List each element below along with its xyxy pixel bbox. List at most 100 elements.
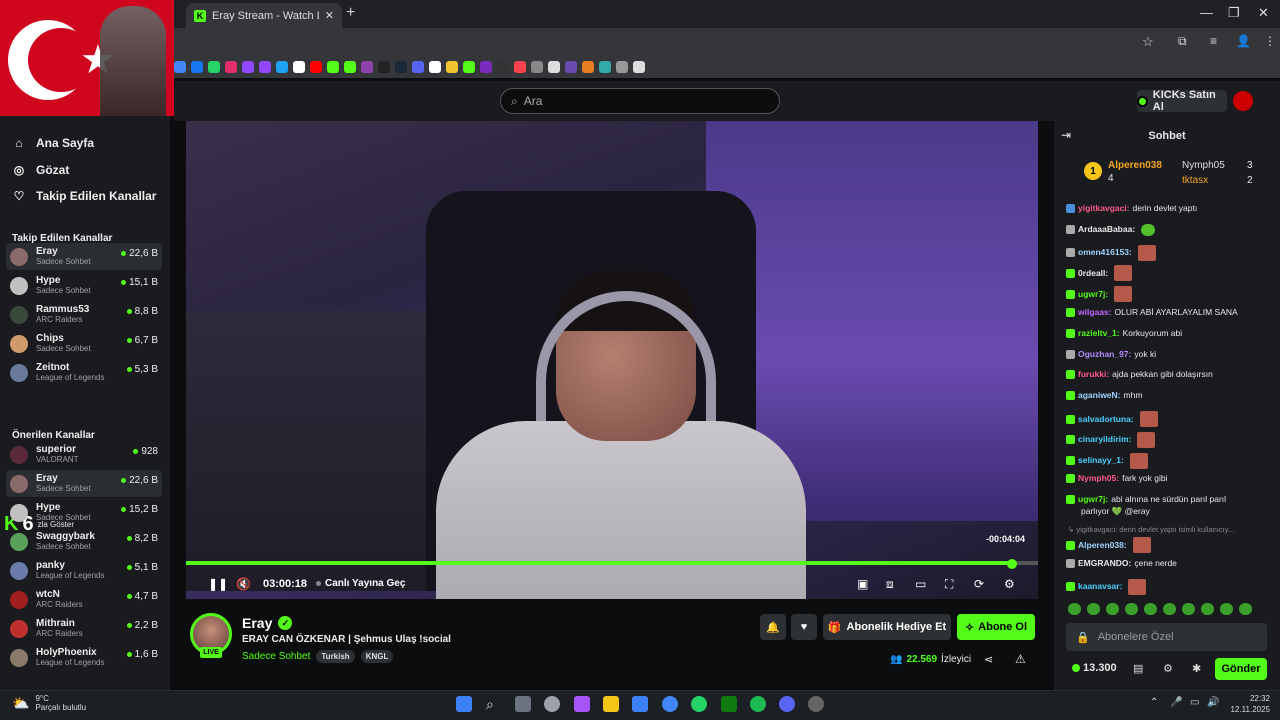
emote-icon[interactable]: [1144, 603, 1157, 615]
bookmark-icon[interactable]: [395, 61, 407, 73]
tag-turkish[interactable]: Turkish: [316, 650, 355, 663]
followed-channel-item[interactable]: Chips Sadece Sohbet 6,7 B: [6, 330, 162, 357]
bookmark-icon[interactable]: [497, 61, 509, 73]
followed-channel-item[interactable]: Eray Sadece Sohbet 22,6 B: [6, 243, 162, 270]
recommended-channel-item[interactable]: HolyPhoenix League of Legends 1,6 B: [6, 644, 162, 671]
report-icon[interactable]: ⚠: [1015, 652, 1026, 666]
bookmark-icon[interactable]: [361, 61, 373, 73]
followed-channel-item[interactable]: Rammus53 ARC Raiders 8,8 B: [6, 301, 162, 328]
xbox-icon[interactable]: [721, 696, 737, 712]
chat-username[interactable]: salvadortuna:: [1078, 414, 1134, 425]
bookmark-icon[interactable]: [412, 61, 424, 73]
address-bar[interactable]: ☆ ⧉ ≡ 👤 ⋮: [174, 28, 1280, 56]
streamer-name[interactable]: Eray ✓: [242, 615, 293, 631]
chat-username[interactable]: cinaryildirim:: [1078, 434, 1131, 445]
menu-icon[interactable]: ⋮: [1264, 34, 1276, 48]
system-clock[interactable]: 22:32 12.11.2025: [1228, 693, 1270, 715]
store-app-icon[interactable]: [632, 696, 648, 712]
volume-icon[interactable]: 🔊: [1207, 697, 1219, 708]
emote-icon[interactable]: [1239, 603, 1252, 615]
emote-picker-icon[interactable]: ✱: [1192, 662, 1201, 675]
recommended-channel-item[interactable]: Swaggybark Sadece Sohbet 8,2 B: [6, 528, 162, 555]
emote-icon[interactable]: [1163, 603, 1176, 615]
chat-username[interactable]: yigitkavgaci:: [1078, 203, 1130, 214]
new-tab-button[interactable]: +: [346, 4, 355, 22]
go-live-button[interactable]: Canlı Yayına Geç: [316, 578, 405, 589]
recommended-channel-item[interactable]: panky League of Legends 5,1 B: [6, 557, 162, 584]
speed-icon[interactable]: ⟳: [974, 577, 984, 591]
buy-kicks-button[interactable]: KICKs Satın Al: [1137, 89, 1227, 113]
emote-icon[interactable]: [1068, 603, 1081, 615]
chat-username[interactable]: ArdaaaBabaa:: [1078, 224, 1135, 235]
chat-username[interactable]: Nymph05:: [1078, 473, 1119, 484]
bookmark-icon[interactable]: [548, 61, 560, 73]
followed-channel-item[interactable]: Hype Sadece Sohbet 15,1 B: [6, 272, 162, 299]
store-icon[interactable]: ▤: [1133, 662, 1143, 675]
emote-icon[interactable]: [1125, 603, 1138, 615]
recommended-channel-item[interactable]: wtcN ARC Raiders 4,7 B: [6, 586, 162, 613]
spotify-icon[interactable]: [750, 696, 766, 712]
bookmark-icon[interactable]: [310, 61, 322, 73]
bookmark-icon[interactable]: [174, 61, 186, 73]
file-explorer-icon[interactable]: [603, 696, 619, 712]
chat-username[interactable]: Alperen038:: [1078, 540, 1127, 551]
chat-username[interactable]: Oguzhan_97:: [1078, 349, 1131, 360]
search-taskbar-icon[interactable]: ⌕: [486, 696, 502, 712]
recommended-channel-item[interactable]: Mithrain ARC Raiders 2,2 B: [6, 615, 162, 642]
chat-username[interactable]: wilgaas:: [1078, 307, 1112, 318]
bookmark-icon[interactable]: [514, 61, 526, 73]
close-tab-icon[interactable]: ✕: [325, 9, 334, 22]
clip-icon[interactable]: ⧈: [886, 577, 894, 592]
chat-username[interactable]: kaanavsar:: [1078, 581, 1122, 592]
browser-tab[interactable]: K Eray Stream - Watch Live on Kic ✕: [186, 3, 342, 28]
bookmark-icon[interactable]: [276, 61, 288, 73]
network-icon[interactable]: ▭: [1190, 697, 1199, 708]
pip-icon[interactable]: ▣: [857, 577, 868, 591]
discord-icon[interactable]: [779, 696, 795, 712]
gift-subscription-button[interactable]: 🎁 Abonelik Hediye Et: [823, 614, 951, 640]
chat-username[interactable]: selinayy_1:: [1078, 455, 1124, 466]
send-button[interactable]: Gönder: [1215, 658, 1267, 680]
recommended-channel-item[interactable]: superior VALORANT 928: [6, 441, 162, 468]
chat-username[interactable]: aganiweN:: [1078, 390, 1121, 401]
bookmark-icon[interactable]: [463, 61, 475, 73]
bookmark-icon[interactable]: [616, 61, 628, 73]
chat-settings-icon[interactable]: ⚙: [1163, 662, 1173, 675]
tag-kngl[interactable]: KNGL: [360, 650, 394, 663]
recommended-channel-item[interactable]: Hype Sadece Sohbet 15,2 B: [6, 499, 162, 526]
user-avatar[interactable]: [1233, 91, 1253, 111]
bookmark-icon[interactable]: [480, 61, 492, 73]
extensions-icon[interactable]: ⧉: [1178, 34, 1187, 49]
chrome-icon[interactable]: [662, 696, 678, 712]
nav-following[interactable]: ♡ Takip Edilen Kanallar: [12, 189, 157, 203]
leader-2-name[interactable]: Nymph05: [1182, 160, 1225, 171]
bookmark-icon[interactable]: [208, 61, 220, 73]
chat-username[interactable]: ugwr7j:: [1078, 289, 1108, 300]
emote-icon[interactable]: [1182, 603, 1195, 615]
emote-icon[interactable]: [1106, 603, 1119, 615]
chat-username[interactable]: omen416153:: [1078, 247, 1132, 258]
chat-username[interactable]: razieltv_1:: [1078, 328, 1120, 339]
search-input[interactable]: ⌕ Ara: [500, 88, 780, 114]
bookmark-icon[interactable]: [599, 61, 611, 73]
chat-username[interactable]: 0rdeall:: [1078, 268, 1108, 279]
share-icon[interactable]: ⋖: [984, 653, 993, 666]
emote-bar[interactable]: [1068, 603, 1268, 615]
whatsapp-icon[interactable]: [691, 696, 707, 712]
video-progress-bar[interactable]: [186, 561, 1038, 565]
minimize-button[interactable]: —: [1200, 5, 1213, 20]
chat-username[interactable]: ugwr7j:: [1078, 494, 1108, 505]
start-icon[interactable]: [456, 696, 472, 712]
theater-icon[interactable]: ▭: [915, 577, 926, 591]
media-icon[interactable]: ≡: [1210, 34, 1217, 48]
copilot-icon[interactable]: [574, 696, 590, 712]
emote-icon[interactable]: [1201, 603, 1214, 615]
bookmark-icon[interactable]: [446, 61, 458, 73]
bookmark-icon[interactable]: [378, 61, 390, 73]
bookmark-icon[interactable]: [225, 61, 237, 73]
pause-icon[interactable]: ❚❚: [208, 577, 228, 591]
nav-home[interactable]: ⌂ Ana Sayfa: [12, 136, 94, 150]
bookmark-icon[interactable]: [565, 61, 577, 73]
bookmark-icon[interactable]: [191, 61, 203, 73]
tray-chevron-icon[interactable]: ⌃: [1150, 697, 1158, 708]
